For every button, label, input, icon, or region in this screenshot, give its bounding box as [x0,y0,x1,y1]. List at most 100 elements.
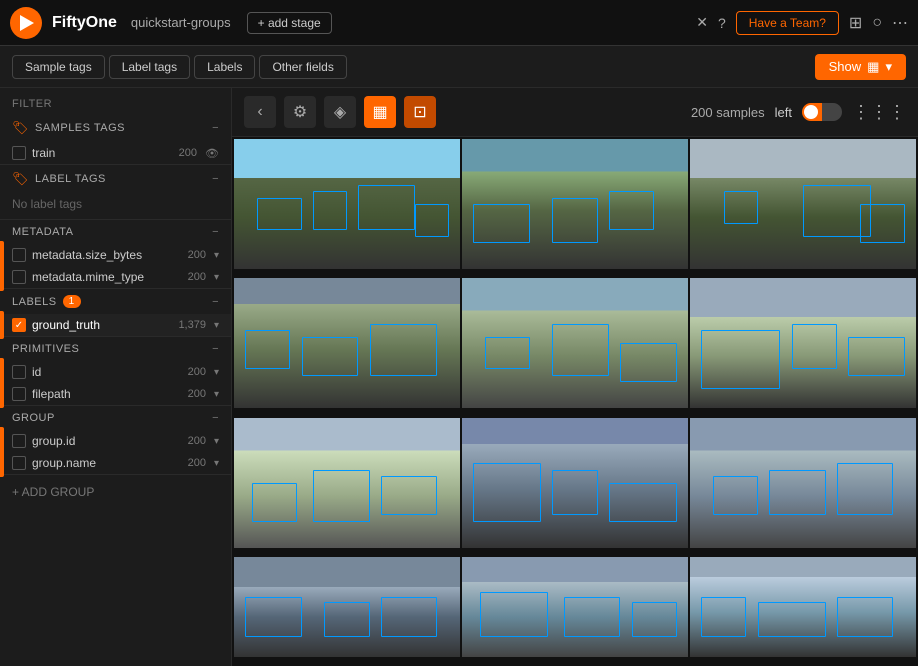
detection-box [415,204,449,237]
list-item[interactable]: metadata.size_bytes 200 ▾ [0,244,231,266]
view-toggle[interactable] [802,103,842,121]
ground-truth-checkbox[interactable] [12,318,26,332]
grid-cell[interactable] [234,139,460,269]
detection-box [609,483,677,522]
apps-grid-icon[interactable]: ⊞ [849,13,862,33]
group-id-checkbox[interactable] [12,434,26,448]
chevron-down-icon[interactable]: ▾ [214,436,219,447]
other-fields-tab[interactable]: Other fields [259,55,346,79]
detection-overlay [234,418,460,548]
detection-box [473,463,541,522]
bookmark-button[interactable]: ⊡ [404,96,436,128]
content-area: ‹ ⚙ ◈ ▦ ⊡ 200 samples left ⋮⋮⋮ [232,88,918,666]
collapse-icon[interactable]: − [212,412,219,424]
show-button[interactable]: Show ▦ ▾ [815,54,906,80]
detection-box [324,602,369,637]
detection-box [381,597,438,637]
detection-box [620,343,677,382]
chevron-down-icon[interactable]: ▾ [214,250,219,261]
tagbar: Sample tags Label tags Labels Other fiel… [0,46,918,88]
collapse-icon[interactable]: − [212,343,219,355]
grid-cell[interactable] [234,418,460,548]
grid-cell[interactable] [690,418,916,548]
label-tags-tab[interactable]: Label tags [109,55,190,79]
toggle-knob [804,105,818,119]
group-header[interactable]: GROUP − [0,406,231,430]
more-icon[interactable]: ⋯ [892,13,908,33]
detection-box [848,337,905,376]
list-item[interactable]: group.id 200 ▾ [0,430,231,452]
grid-view-icon[interactable]: ⋮⋮⋮ [852,102,906,123]
detection-box [313,470,370,522]
detection-box [381,476,438,515]
grid-cell[interactable] [462,278,688,408]
detection-overlay [690,557,916,657]
add-stage-button[interactable]: + add stage [247,12,332,34]
grid-cell[interactable] [462,139,688,269]
chevron-down-icon[interactable]: ▾ [214,320,219,331]
train-checkbox[interactable] [12,146,26,160]
help-icon[interactable]: ? [718,15,726,31]
detection-overlay [462,278,688,408]
labels-tab[interactable]: Labels [194,55,255,79]
header: FiftyOne quickstart-groups + add stage ✕… [0,0,918,46]
grid-cell[interactable] [690,557,916,657]
collapse-icon[interactable]: − [212,226,219,238]
detection-box [713,476,758,515]
detection-box [769,470,826,516]
grid-cell[interactable] [234,557,460,657]
label-tags-header[interactable]: 🏷 LABEL TAGS − [0,165,231,193]
chevron-down-icon[interactable]: ▾ [214,367,219,378]
tag-button[interactable]: ◈ [324,96,356,128]
list-item[interactable]: filepath 200 ▾ [0,383,231,405]
list-item[interactable]: id 200 ▾ [0,361,231,383]
sample-tags-tab[interactable]: Sample tags [12,55,105,79]
metadata-header[interactable]: METADATA − [0,220,231,244]
list-item[interactable]: ground_truth 1,379 ▾ [0,314,231,336]
chevron-down-icon: ▾ [885,59,892,75]
detection-overlay [690,139,916,269]
list-item[interactable]: train 200 👁 [0,142,231,164]
grid-cell[interactable] [462,418,688,548]
grid-cell[interactable] [462,557,688,657]
collapse-icon[interactable]: − [212,122,219,134]
no-label-text: No label tags [0,193,231,219]
grid-cell[interactable] [234,278,460,408]
have-team-button[interactable]: Have a Team? [736,11,839,35]
github-icon[interactable]: ○ [872,14,882,32]
detection-box [370,324,438,376]
samples-tags-header[interactable]: 🏷 SAMPLES TAGS − [0,114,231,142]
collapse-icon[interactable]: − [212,296,219,308]
filter-header: FILTER [0,88,231,114]
list-item[interactable]: group.name 200 ▾ [0,452,231,474]
metadata-size-checkbox[interactable] [12,248,26,262]
metadata-mime-checkbox[interactable] [12,270,26,284]
primitives-header[interactable]: PRIMITIVES − [0,337,231,361]
detection-overlay [462,418,688,548]
detection-overlay [690,418,916,548]
grid-cell[interactable] [690,278,916,408]
chevron-down-icon[interactable]: ▾ [214,389,219,400]
collapse-icon[interactable]: − [212,173,219,185]
detection-box [837,597,894,637]
detection-box [701,330,780,389]
settings-button[interactable]: ⚙ [284,96,316,128]
chevron-down-icon[interactable]: ▾ [214,458,219,469]
app-logo [10,7,42,39]
id-checkbox[interactable] [12,365,26,379]
back-button[interactable]: ‹ [244,96,276,128]
chevron-down-icon[interactable]: ▾ [214,272,219,283]
filepath-checkbox[interactable] [12,387,26,401]
list-item[interactable]: metadata.mime_type 200 ▾ [0,266,231,288]
detection-box [564,597,621,637]
eye-icon[interactable]: 👁 [205,147,219,160]
close-icon[interactable]: ✕ [696,14,708,31]
group-name-checkbox[interactable] [12,456,26,470]
labels-badge: 1 [63,295,81,308]
grid-cell[interactable] [690,139,916,269]
labels-header[interactable]: LABELS 1 − [0,289,231,314]
app-name: FiftyOne [52,14,117,32]
add-group-button[interactable]: + ADD GROUP [0,475,231,509]
grid-button[interactable]: ▦ [364,96,396,128]
detection-box [860,204,905,243]
